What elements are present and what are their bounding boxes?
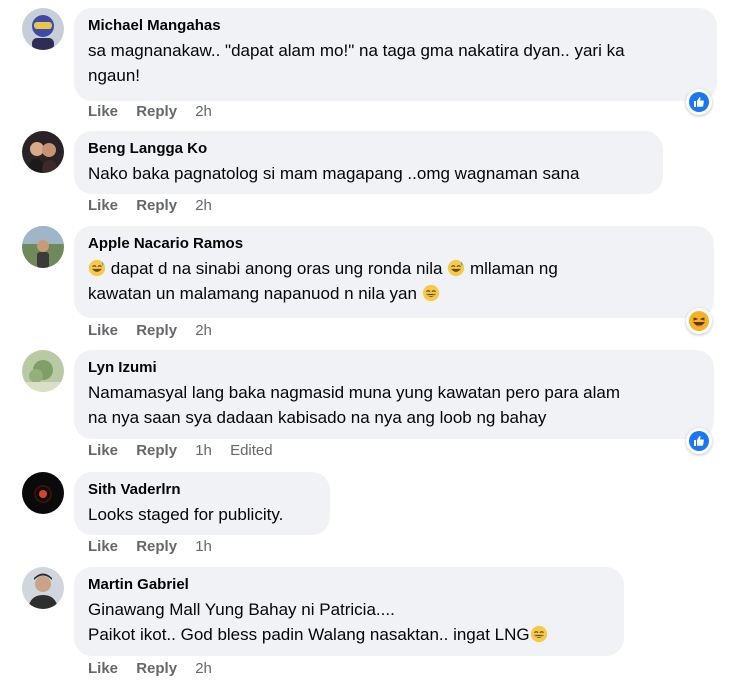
comment-actions: Like Reply 2h xyxy=(88,321,226,341)
reply-button[interactable]: Reply xyxy=(136,660,177,677)
like-button[interactable]: Like xyxy=(88,197,118,214)
comment-actions: Like Reply 1h Edited xyxy=(88,441,287,461)
reply-button[interactable]: Reply xyxy=(136,322,177,339)
smiling-emoji-icon xyxy=(530,625,548,643)
comment-author[interactable]: Michael Mangahas xyxy=(88,16,703,36)
avatar[interactable] xyxy=(22,226,64,268)
comment-text-fragment: kawatan un malamang napanuod n nila yan xyxy=(88,284,422,303)
like-button[interactable]: Like xyxy=(88,538,118,555)
timestamp[interactable]: 1h xyxy=(195,442,212,459)
haha-icon xyxy=(689,311,709,331)
reaction-like-badge[interactable] xyxy=(686,428,712,454)
comment-text-line: kawatan un malamang napanuod n nila yan xyxy=(88,281,700,306)
comment-actions: Like Reply 2h xyxy=(88,659,226,679)
edited-label[interactable]: Edited xyxy=(230,442,273,459)
comment-actions: Like Reply 1h xyxy=(88,537,226,557)
timestamp[interactable]: 2h xyxy=(195,322,212,339)
comment-text: dapat d na sinabi anong oras ung ronda n… xyxy=(88,256,700,306)
comment-text: Nako baka pagnatolog si mam magapang ..o… xyxy=(88,164,580,183)
comment-text: Namamasyal lang baka nagmasid muna yung … xyxy=(88,380,700,430)
timestamp[interactable]: 2h xyxy=(195,660,212,677)
like-button[interactable]: Like xyxy=(88,322,118,339)
comment-text-line: ngaun! xyxy=(88,66,140,85)
comment-text-line: na nya saan sya dadaan kabisado na nya a… xyxy=(88,408,547,427)
reaction-like-badge[interactable] xyxy=(686,89,712,115)
avatar[interactable] xyxy=(22,567,64,609)
reply-button[interactable]: Reply xyxy=(136,442,177,459)
avatar[interactable] xyxy=(22,131,64,173)
reaction-haha-badge[interactable] xyxy=(686,308,712,334)
comment-text-line: Paikot ikot.. God bless padin Walang nas… xyxy=(88,622,610,647)
comment-author[interactable]: Apple Nacario Ramos xyxy=(88,234,700,254)
comment-text-fragment: mllaman ng xyxy=(465,259,558,278)
comment-text-line: Ginawang Mall Yung Bahay ni Patricia.... xyxy=(88,600,395,619)
comment-bubble: Beng Langga Ko Nako baka pagnatolog si m… xyxy=(74,131,663,194)
reply-button[interactable]: Reply xyxy=(136,538,177,555)
comment-text: Ginawang Mall Yung Bahay ni Patricia....… xyxy=(88,597,610,647)
comment-author[interactable]: Lyn Izumi xyxy=(88,358,700,378)
comment-author[interactable]: Martin Gabriel xyxy=(88,575,610,595)
timestamp[interactable]: 2h xyxy=(195,103,212,120)
like-button[interactable]: Like xyxy=(88,660,118,677)
comment-author[interactable]: Beng Langga Ko xyxy=(88,139,649,159)
reply-button[interactable]: Reply xyxy=(136,103,177,120)
comment-bubble: Lyn Izumi Namamasyal lang baka nagmasid … xyxy=(74,350,714,439)
comment-text: Looks staged for publicity. xyxy=(88,505,284,524)
reply-button[interactable]: Reply xyxy=(136,197,177,214)
comment-author[interactable]: Sith Vaderlrn xyxy=(88,480,316,500)
grinning-emoji-icon xyxy=(422,284,440,302)
comment-actions: Like Reply 2h xyxy=(88,196,226,216)
comment-text-fragment: dapat d na sinabi anong oras ung ronda n… xyxy=(106,259,448,278)
comment-text-line: sa magnanakaw.. "dapat alam mo!" na taga… xyxy=(88,41,625,60)
timestamp[interactable]: 2h xyxy=(195,197,212,214)
like-icon xyxy=(689,431,709,451)
comment-bubble: Apple Nacario Ramos dapat d na sinabi an… xyxy=(74,226,714,318)
comment-bubble: Sith Vaderlrn Looks staged for publicity… xyxy=(74,472,330,535)
comment-text: sa magnanakaw.. "dapat alam mo!" na taga… xyxy=(88,38,703,88)
avatar[interactable] xyxy=(22,8,64,50)
like-button[interactable]: Like xyxy=(88,442,118,459)
timestamp[interactable]: 1h xyxy=(195,538,212,555)
comment-text-line: dapat d na sinabi anong oras ung ronda n… xyxy=(88,256,700,281)
grinning-emoji-icon xyxy=(88,259,106,277)
comment-bubble: Michael Mangahas sa magnanakaw.. "dapat … xyxy=(74,8,717,101)
sweat-smile-emoji-icon xyxy=(447,259,465,277)
comment-text-line: Namamasyal lang baka nagmasid muna yung … xyxy=(88,383,621,402)
comment-text-fragment: Paikot ikot.. God bless padin Walang nas… xyxy=(88,625,530,644)
like-icon xyxy=(689,92,709,112)
like-button[interactable]: Like xyxy=(88,103,118,120)
avatar[interactable] xyxy=(22,472,64,514)
comment-bubble: Martin Gabriel Ginawang Mall Yung Bahay … xyxy=(74,567,624,656)
avatar[interactable] xyxy=(22,350,64,392)
comment-actions: Like Reply 2h xyxy=(88,102,226,122)
